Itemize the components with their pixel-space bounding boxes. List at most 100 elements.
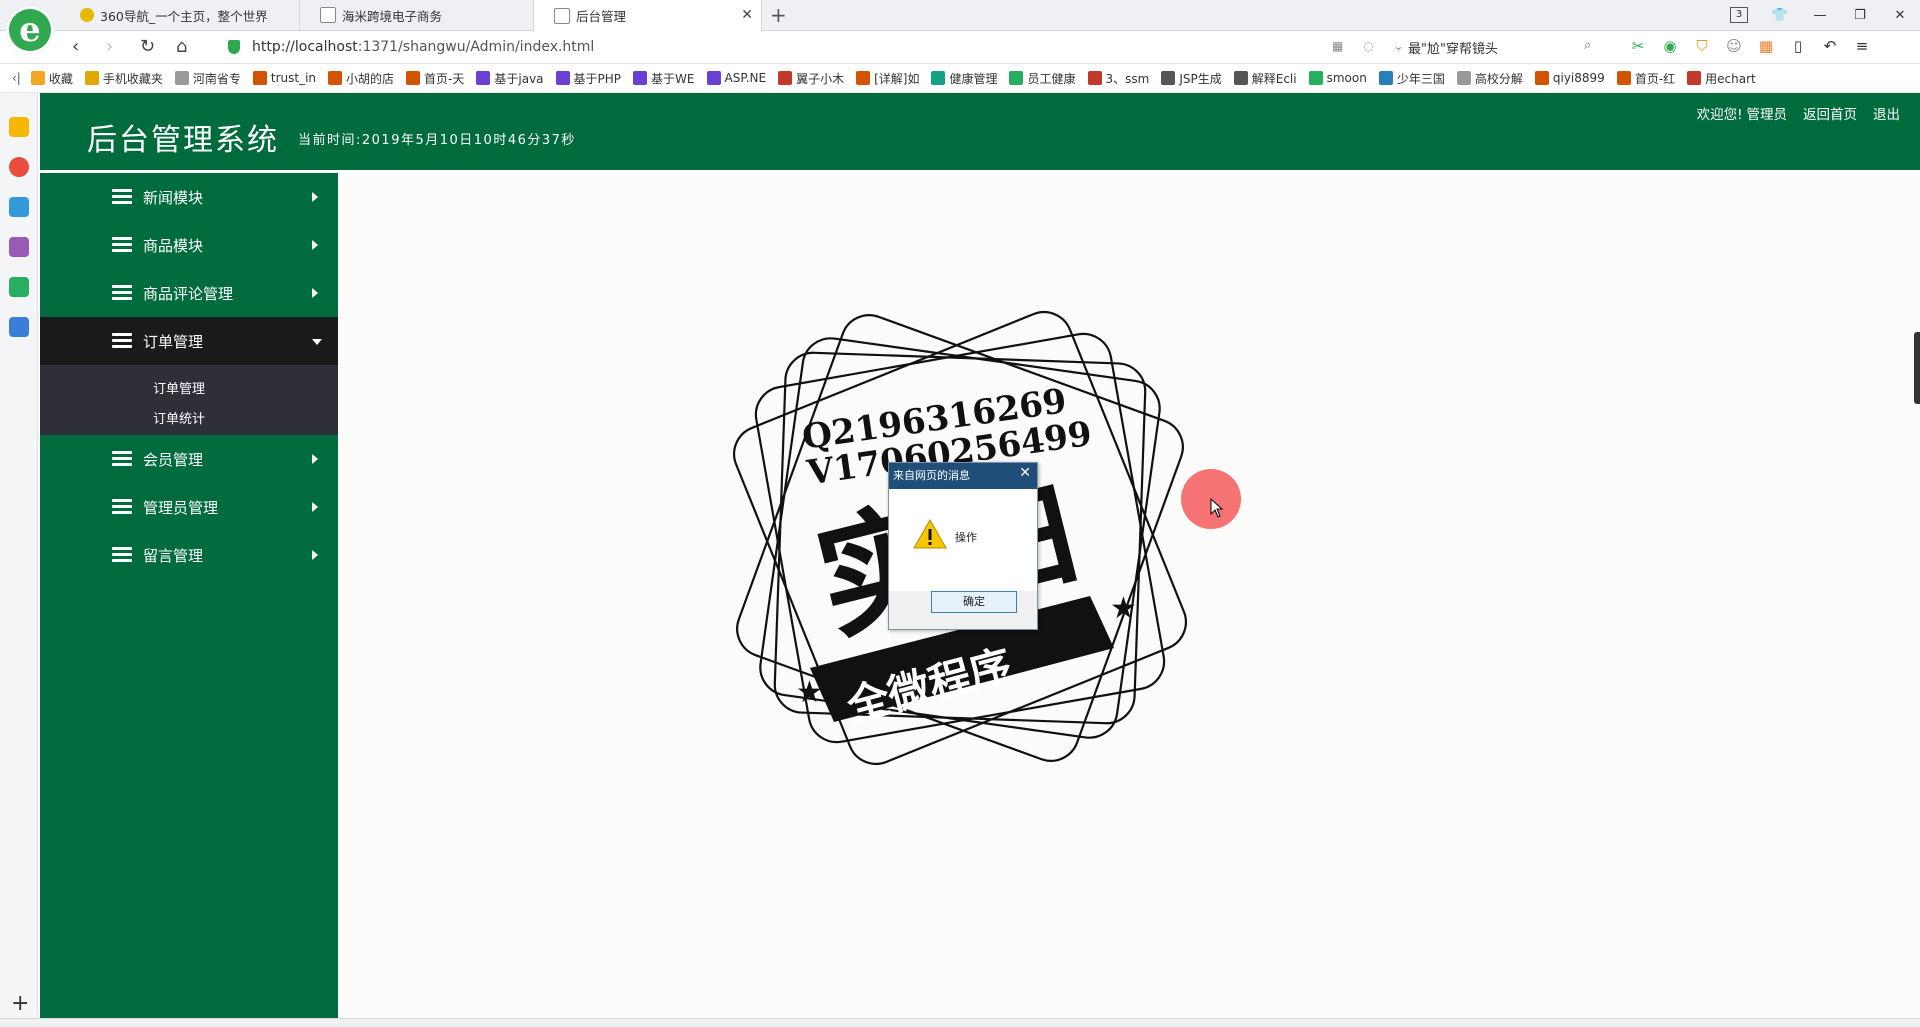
logout-link[interactable]: 退出 [1873,103,1900,123]
menu-item-5[interactable]: 管理员管理 [40,483,338,531]
caret-right-icon [312,288,318,298]
comic-icon[interactable] [9,237,29,257]
bookmark-item[interactable]: 基于WE [633,70,695,87]
refresh-icon[interactable]: ↻ [140,36,155,57]
bookmark-item[interactable]: 小胡的店 [328,70,394,87]
url-host: http://localhost [252,39,358,55]
close-tab-icon[interactable]: ✕ [741,7,753,23]
bookmark-label: 健康管理 [949,71,998,86]
restore-icon[interactable]: ❐ [1840,8,1880,23]
bookmark-favicon-icon [1087,71,1102,85]
qrcode-icon[interactable]: ▦ ◌ ⌄ [1332,39,1412,53]
menu-item-1[interactable]: 商品模块 [40,221,338,269]
forward-icon[interactable]: › [106,36,113,57]
back-icon[interactable]: ‹ [72,36,79,57]
weibo-icon[interactable] [9,157,29,177]
url-input[interactable]: http://localhost:1371/shangwu/Admin/inde… [228,35,1378,59]
bookmark-item[interactable]: [详解]如 [856,70,919,87]
bookmark-label: [详解]如 [874,71,920,86]
menu-item-4[interactable]: 会员管理 [40,435,338,483]
document-icon[interactable] [9,317,29,337]
emoji-icon[interactable]: ☺ [1724,37,1744,55]
menu-item-label: 会员管理 [143,450,204,469]
minimize-icon[interactable]: — [1800,8,1840,23]
bookmark-item[interactable]: trust_in [252,71,316,85]
menu-item-label: 商品模块 [143,236,204,255]
tab-360-nav[interactable]: 360导航_一个主页，整个世界 [60,0,300,30]
bookmark-item[interactable]: 3、ssm [1087,70,1149,87]
tab-title: 后台管理 [576,9,627,24]
search-input[interactable]: 最"尬"穿帮镜头 [1408,35,1598,59]
caret-right-icon [312,454,318,464]
favorites-icon[interactable] [9,117,29,137]
admin-user-link[interactable]: 管理员 [1747,103,1788,123]
bookmark-item[interactable]: 手机收藏夹 [84,70,163,87]
stack-icon [112,285,132,301]
scissors-icon[interactable]: ✂ [1628,37,1648,55]
bookmark-item[interactable]: 用echart [1687,70,1756,87]
video-icon[interactable] [9,277,29,297]
collapse-sidebar-icon[interactable]: ‹| [12,71,21,85]
bookmark-item[interactable]: ASP.NE [706,71,766,85]
submenu-item[interactable]: 订单统计 [40,405,338,435]
page-favicon-icon [320,7,336,23]
bookmark-label: 首页-红 [1634,71,1676,86]
bookmark-item[interactable]: smoon [1308,71,1367,85]
home-icon[interactable]: ⌂ [176,36,187,57]
apps-icon[interactable]: ▦ [1756,37,1776,55]
search-icon[interactable]: ⌕ [1584,38,1591,53]
bookmark-item[interactable]: qiyi8899 [1534,71,1605,85]
menu-item-label: 商品评论管理 [143,284,234,303]
bookmark-item[interactable]: 基于PHP [555,70,622,87]
menu-item-6[interactable]: 留言管理 [40,531,338,579]
bookmark-item[interactable]: 员工健康 [1009,70,1076,87]
bookmark-item[interactable]: 高校分解 [1456,70,1523,87]
menu-item-2[interactable]: 商品评论管理 [40,269,338,317]
bookmark-favicon-icon [476,71,491,85]
bookmark-item[interactable]: 收藏 [30,70,73,87]
tab-admin[interactable]: 后台管理 ✕ [534,0,762,31]
skin-icon[interactable]: 👕 [1760,8,1800,23]
bookmark-item[interactable]: 少年三国 [1378,70,1445,87]
bookmark-item[interactable]: JSP生成 [1161,70,1222,87]
bookmark-item[interactable]: 翼子小木 [778,70,844,87]
menu-item-0[interactable]: 新闻模块 [40,173,338,221]
admin-header: 后台管理系统 当前时间:2019年5月10日10时46分37秒 欢迎您! 管理员… [40,93,1920,170]
stack-icon [112,333,132,349]
menu-item-3[interactable]: 订单管理 [40,317,338,365]
bookmark-item[interactable]: 首页-红 [1616,70,1676,87]
close-icon[interactable]: ✕ [1019,465,1031,481]
bookmark-label: 基于PHP [573,71,622,86]
tab-haimi-shop[interactable]: 海米跨境电子商务 [300,0,534,30]
add-icon[interactable]: + [11,991,29,1016]
mail-icon[interactable] [9,197,29,217]
bookmark-item[interactable]: 基于java [476,70,544,87]
translate-icon[interactable]: ◉ [1660,37,1680,55]
bookmark-label: 基于WE [651,71,695,86]
bookmark-favicon-icon [1616,71,1631,85]
dialog-body: 操作 [889,489,1037,591]
shield-security-icon[interactable]: ⛉ [1692,37,1712,55]
tablet-icon[interactable]: ▯ [1788,37,1808,55]
page-title: 后台管理系统 [87,123,279,158]
bookmark-item[interactable]: 首页-天 [406,70,464,87]
scroll-handle[interactable] [1914,332,1920,404]
360-favicon-icon [80,8,94,22]
bookmark-item[interactable]: 河南省专 [174,70,241,87]
return-home-link[interactable]: 返回首页 [1803,103,1857,123]
bookmark-item[interactable]: 解释Ecli [1233,70,1297,87]
new-tab-icon[interactable]: + [770,3,787,27]
bookmark-favicon-icon [1009,71,1024,85]
menu-icon[interactable]: ≡ [1852,37,1872,55]
close-window-icon[interactable]: ✕ [1880,8,1920,23]
ok-button[interactable]: 确定 [931,591,1017,613]
bookmark-favicon-icon [1378,71,1393,85]
browser-logo-icon[interactable]: e [6,6,54,54]
tab-count-badge[interactable]: 3 [1730,7,1748,23]
menu-list: 新闻模块 商品模块 商品评论管理 订单管理 订单管理 订单统计 会员管理 管理员管理 留言管理 [40,173,338,579]
browser-sidebar: + [0,93,38,1026]
bookmark-list: 收藏 手机收藏夹 河南省专 trust_in 小胡的店 首页-天 基于java 基于PHP 基于… [30,70,1768,87]
bookmark-item[interactable]: 健康管理 [931,70,997,87]
undo-icon[interactable]: ↶ [1820,37,1840,55]
submenu-item[interactable]: 订单管理 [40,375,338,405]
